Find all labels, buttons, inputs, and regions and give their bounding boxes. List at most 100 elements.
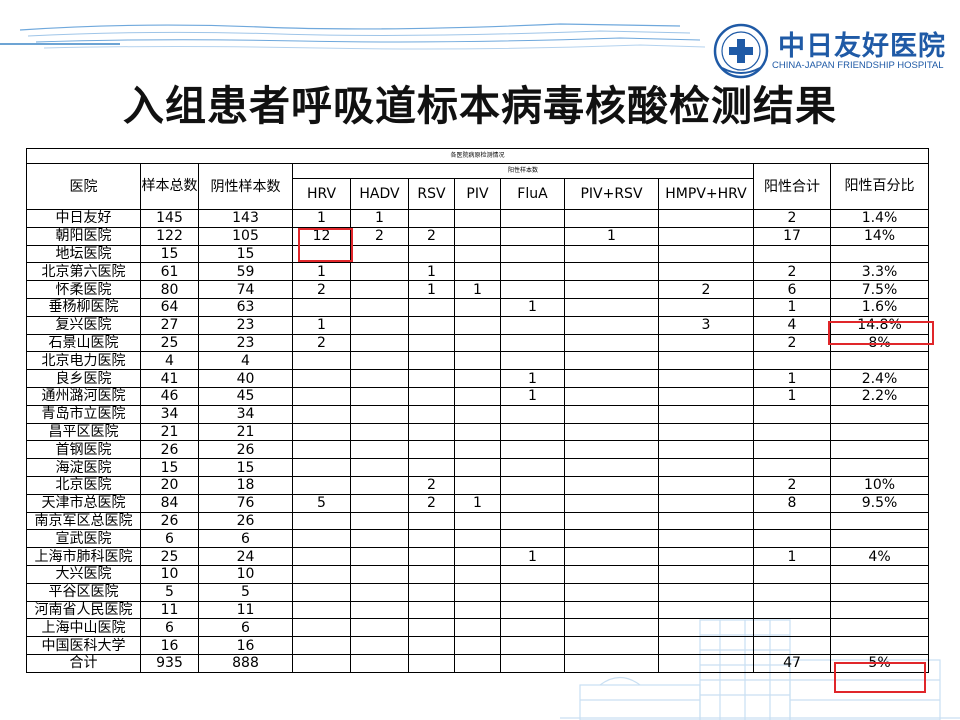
hospital-cell: 复兴医院 bbox=[26, 315, 141, 335]
positive-pct-cell bbox=[829, 458, 930, 477]
positive-total-cell: 1 bbox=[753, 386, 831, 406]
table-row: 宣武医院 6 6 bbox=[26, 529, 930, 549]
header-positive-pct: 阳性百分比 bbox=[829, 163, 930, 210]
virus-count-cell bbox=[658, 262, 754, 282]
table-row: 中国医科大学 16 16 bbox=[26, 636, 930, 655]
virus-count-cell: 2 bbox=[292, 280, 351, 299]
table-row: 合计 935 888 47 5% bbox=[26, 653, 930, 673]
virus-count-cell bbox=[564, 440, 659, 460]
hospital-cell: 北京第六医院 bbox=[26, 262, 141, 282]
virus-count-cell bbox=[350, 280, 409, 299]
virus-count-cell bbox=[454, 511, 501, 531]
virus-count-cell bbox=[658, 564, 754, 584]
virus-count-cell bbox=[350, 297, 409, 317]
virus-count-cell bbox=[408, 653, 455, 673]
virus-count-cell bbox=[564, 618, 659, 638]
virus-count-cell bbox=[408, 582, 455, 602]
hospital-cell: 朝阳医院 bbox=[26, 226, 141, 246]
positive-total-cell: 6 bbox=[753, 280, 831, 299]
positive-pct-cell: 2.4% bbox=[829, 369, 930, 388]
table-row: 垂杨柳医院 64 63 1 1 1.6% bbox=[26, 297, 930, 317]
hospital-cell: 上海市肺科医院 bbox=[26, 547, 141, 566]
virus-count-cell bbox=[564, 529, 659, 549]
header-virus: PIV bbox=[454, 178, 501, 210]
virus-count-cell bbox=[292, 404, 351, 424]
positive-pct-cell: 5% bbox=[829, 653, 930, 673]
virus-count-cell bbox=[500, 511, 565, 531]
virus-count-cell bbox=[350, 529, 409, 549]
virus-count-cell bbox=[350, 564, 409, 584]
virus-count-cell bbox=[658, 458, 754, 477]
total-cell: 20 bbox=[140, 475, 199, 495]
positive-total-cell: 2 bbox=[753, 209, 831, 228]
virus-count-cell bbox=[292, 636, 351, 655]
table-row: 朝阳医院 122 105 12 2 2 1 17 14% bbox=[26, 226, 930, 246]
total-cell: 10 bbox=[140, 564, 199, 584]
header-virus: RSV bbox=[408, 178, 455, 210]
virus-count-cell: 1 bbox=[564, 226, 659, 246]
positive-total-cell bbox=[753, 511, 831, 531]
total-cell: 6 bbox=[140, 618, 199, 638]
negative-cell: 888 bbox=[198, 653, 293, 673]
virus-count-cell bbox=[564, 547, 659, 566]
virus-count-cell bbox=[564, 386, 659, 406]
virus-count-cell bbox=[500, 244, 565, 264]
positive-total-cell bbox=[753, 600, 831, 620]
total-cell: 34 bbox=[140, 404, 199, 424]
total-cell: 11 bbox=[140, 600, 199, 620]
virus-count-cell bbox=[292, 458, 351, 477]
positive-pct-cell bbox=[829, 440, 930, 460]
virus-count-cell: 1 bbox=[500, 547, 565, 566]
positive-total-cell bbox=[753, 404, 831, 424]
virus-count-cell bbox=[500, 262, 565, 282]
negative-cell: 6 bbox=[198, 618, 293, 638]
negative-cell: 143 bbox=[198, 209, 293, 228]
virus-count-cell: 1 bbox=[454, 280, 501, 299]
virus-count-cell bbox=[658, 440, 754, 460]
virus-count-cell bbox=[350, 618, 409, 638]
virus-count-cell bbox=[658, 386, 754, 406]
virus-count-cell bbox=[500, 618, 565, 638]
negative-cell: 15 bbox=[198, 244, 293, 264]
virus-count-cell bbox=[408, 440, 455, 460]
hospital-cell: 石景山医院 bbox=[26, 333, 141, 353]
positive-pct-cell: 4% bbox=[829, 547, 930, 566]
virus-count-cell: 1 bbox=[408, 262, 455, 282]
negative-cell: 15 bbox=[198, 458, 293, 477]
total-cell: 6 bbox=[140, 529, 199, 549]
virus-count-cell bbox=[500, 493, 565, 513]
virus-count-cell bbox=[350, 440, 409, 460]
negative-cell: 21 bbox=[198, 422, 293, 442]
virus-count-cell bbox=[658, 600, 754, 620]
virus-count-cell bbox=[658, 333, 754, 353]
table-row: 平谷区医院 5 5 bbox=[26, 582, 930, 602]
negative-cell: 45 bbox=[198, 386, 293, 406]
virus-count-cell: 2 bbox=[658, 280, 754, 299]
virus-count-cell: 1 bbox=[292, 262, 351, 282]
positive-total-cell: 17 bbox=[753, 226, 831, 246]
logo-name-cn: 中日友好医院 bbox=[778, 31, 946, 62]
virus-count-cell bbox=[350, 547, 409, 566]
total-cell: 935 bbox=[140, 653, 199, 673]
virus-count-cell bbox=[564, 422, 659, 442]
positive-pct-cell bbox=[829, 351, 930, 371]
positive-total-cell: 1 bbox=[753, 297, 831, 317]
virus-count-cell bbox=[658, 297, 754, 317]
positive-pct-cell: 7.5% bbox=[829, 280, 930, 299]
virus-count-cell bbox=[350, 262, 409, 282]
table-row: 河南省人民医院 11 11 bbox=[26, 600, 930, 620]
virus-count-cell bbox=[350, 333, 409, 353]
virus-count-cell bbox=[658, 636, 754, 655]
virus-count-cell bbox=[658, 547, 754, 566]
virus-count-cell bbox=[658, 511, 754, 531]
positive-total-cell: 8 bbox=[753, 493, 831, 513]
virus-count-cell bbox=[350, 386, 409, 406]
virus-count-cell bbox=[564, 333, 659, 353]
virus-count-cell bbox=[408, 636, 455, 655]
virus-count-cell bbox=[500, 458, 565, 477]
table-row: 复兴医院 27 23 1 3 4 14.8% bbox=[26, 315, 930, 335]
hospital-cell: 中国医科大学 bbox=[26, 636, 141, 655]
negative-cell: 24 bbox=[198, 547, 293, 566]
virus-count-cell bbox=[500, 475, 565, 495]
virus-count-cell: 12 bbox=[292, 226, 351, 246]
